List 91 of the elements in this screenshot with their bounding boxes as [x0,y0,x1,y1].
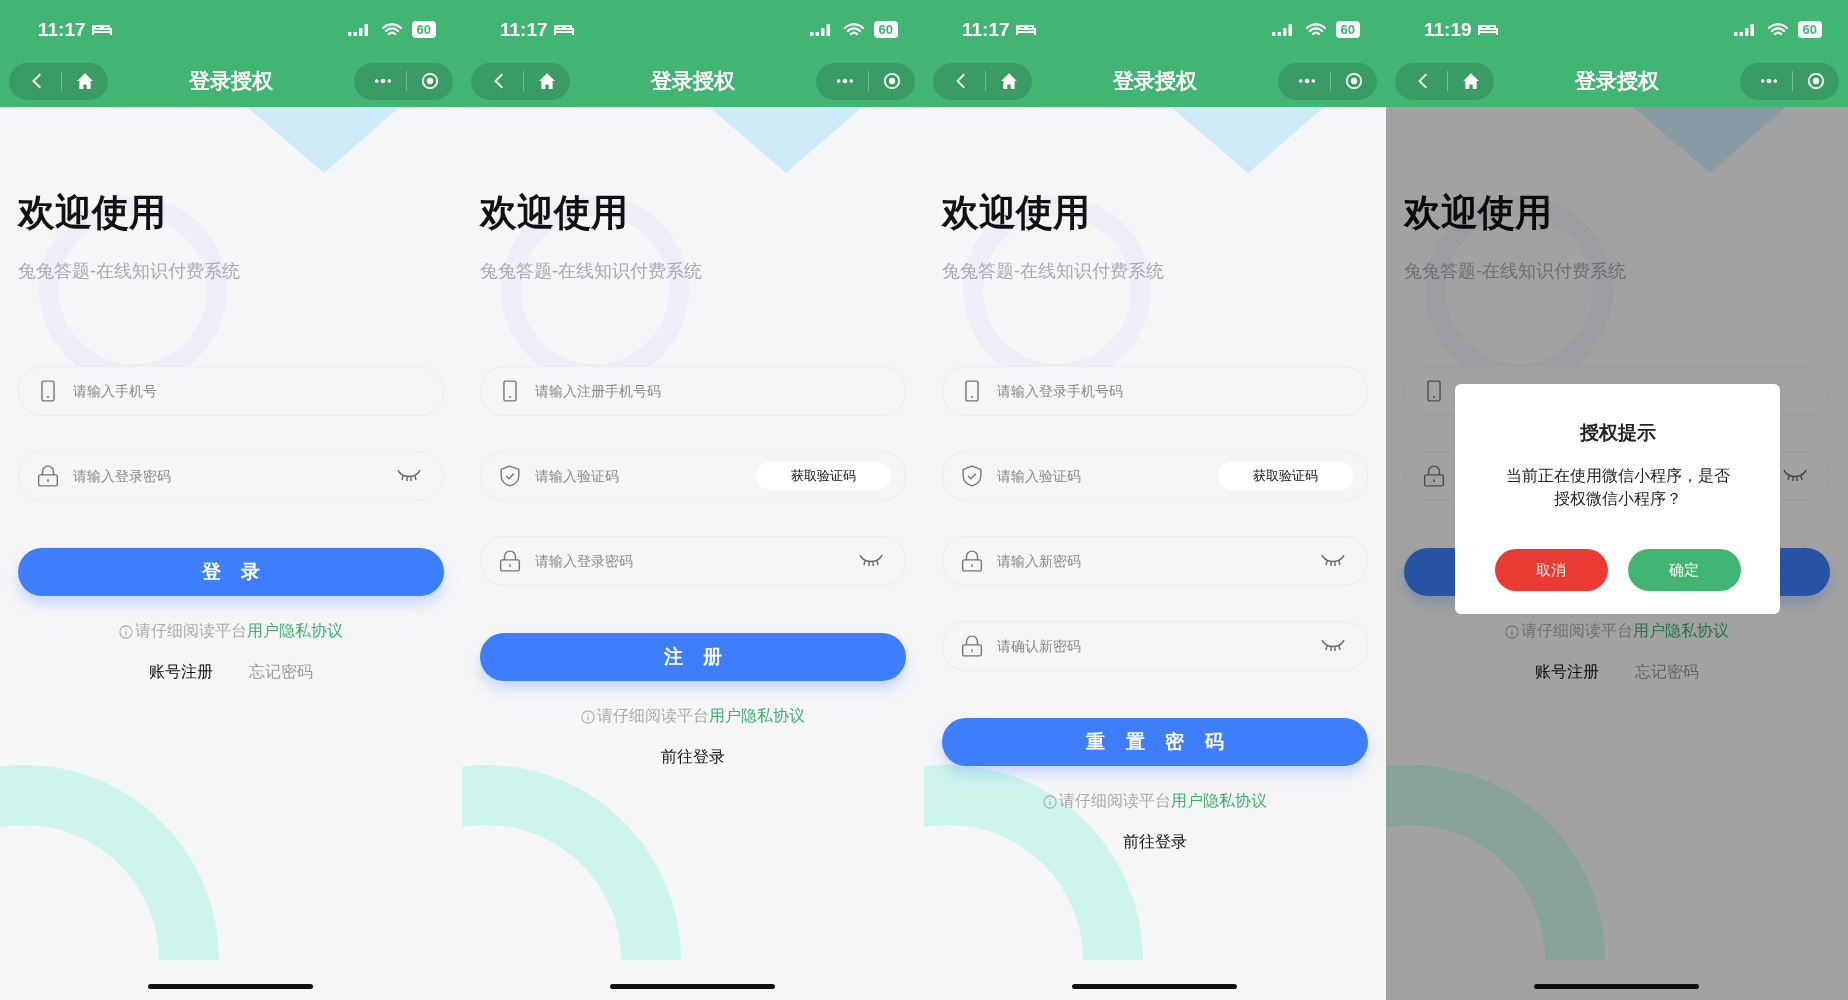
cancel-button[interactable]: 取消 [1494,549,1608,591]
shield-check-icon [499,465,521,487]
home-icon[interactable] [1462,72,1480,90]
password-input[interactable]: 请输入新密码 [995,552,1309,570]
battery-indicator: 60 [1797,21,1822,38]
password-input[interactable]: 请确认新密码 [995,637,1309,655]
code-field[interactable]: 请输入验证码 获取验证码 [942,451,1368,501]
text-link[interactable]: 忘记密码 [1635,662,1699,683]
closed-eye-icon[interactable] [1321,554,1345,568]
closed-eye-icon[interactable] [859,554,883,568]
app-subtitle: 兔兔答题-在线知识付费系统 [942,260,1165,283]
submit-button[interactable]: 重置密码 [942,718,1368,766]
text-link[interactable]: 账号注册 [1535,662,1599,683]
close-target-icon[interactable] [1345,72,1363,90]
privacy-policy-link[interactable]: 用户隐私协议 [1171,792,1267,809]
close-target-icon[interactable] [1807,72,1825,90]
app-subtitle: 兔兔答题-在线知识付费系统 [480,260,703,283]
password-field[interactable]: 请输入登录密码 [480,536,906,586]
bed-icon [91,23,112,36]
welcome-heading: 欢迎使用 [942,191,1091,235]
welcome-heading: 欢迎使用 [18,191,167,235]
home-icon[interactable] [1000,72,1018,90]
battery-indicator: 60 [411,21,436,38]
wifi-icon [843,22,864,37]
lock-icon [37,465,59,487]
app-subtitle: 兔兔答题-在线知识付费系统 [18,260,241,283]
battery-indicator: 60 [1335,21,1360,38]
text-link[interactable]: 账号注册 [149,662,213,683]
info-icon [119,624,133,639]
welcome-heading: 欢迎使用 [480,191,629,235]
bed-icon [553,23,574,36]
submit-button[interactable]: 注册 [480,633,906,681]
agreement-text: 请仔细阅读平台用户隐私协议 [135,621,343,641]
phone-field[interactable]: 请输入注册手机号码 [480,366,906,416]
text-link[interactable]: 前往登录 [1123,832,1187,853]
welcome-heading: 欢迎使用 [1404,191,1553,235]
battery-indicator: 60 [873,21,898,38]
status-time: 11:19 [1424,18,1472,41]
agreement-text: 请仔细阅读平台用户隐私协议 [597,706,805,726]
lock-icon [961,550,983,572]
phone-input[interactable]: 请输入登录手机号码 [995,382,1353,400]
wifi-icon [1767,22,1788,37]
password-input[interactable]: 请输入登录密码 [533,552,847,570]
dialog-message: 当前正在使用微信小程序，是否授权微信小程序？ [1504,466,1731,509]
status-time: 11:17 [38,18,86,41]
confirm-button[interactable]: 确定 [1627,549,1741,591]
page-title: 登录授权 [1113,68,1197,94]
lock-icon [1423,465,1445,487]
wifi-icon [381,22,402,37]
phone-input[interactable]: 请输入注册手机号码 [533,382,891,400]
submit-button[interactable]: 登录 [18,548,444,596]
bed-icon [1477,23,1498,36]
phone-field[interactable]: 请输入手机号 [18,366,444,416]
page-title: 登录授权 [651,68,735,94]
home-icon[interactable] [76,72,94,90]
closed-eye-icon[interactable] [397,469,421,483]
privacy-policy-link[interactable]: 用户隐私协议 [247,622,343,639]
password-field[interactable]: 请输入登录密码 [18,451,444,501]
info-icon [1043,794,1057,809]
close-target-icon[interactable] [421,72,439,90]
password-input[interactable]: 请输入登录密码 [71,467,385,485]
bed-icon [1015,23,1036,36]
info-icon [1505,624,1519,639]
status-time: 11:17 [500,18,548,41]
password-field[interactable]: 请输入新密码 [942,536,1368,586]
close-target-icon[interactable] [883,72,901,90]
info-icon [581,709,595,724]
privacy-policy-link[interactable]: 用户隐私协议 [1633,622,1729,639]
closed-eye-icon[interactable] [1783,469,1807,483]
lock-icon [961,635,983,657]
lock-icon [499,550,521,572]
dialog-title: 授权提示 [1579,421,1656,445]
page-title: 登录授权 [1575,68,1659,94]
text-link[interactable]: 忘记密码 [249,662,313,683]
page-title: 登录授权 [189,68,273,94]
closed-eye-icon[interactable] [1321,639,1345,653]
agreement-text: 请仔细阅读平台用户隐私协议 [1059,791,1267,811]
phone-input[interactable]: 请输入手机号 [71,382,429,400]
shield-check-icon [961,465,983,487]
code-input[interactable]: 请输入验证码 [995,467,1206,485]
privacy-policy-link[interactable]: 用户隐私协议 [709,707,805,724]
get-code-button[interactable]: 获取验证码 [1218,462,1353,490]
password-field[interactable]: 请确认新密码 [942,621,1368,671]
code-input[interactable]: 请输入验证码 [533,467,744,485]
get-code-button[interactable]: 获取验证码 [756,462,891,490]
wifi-icon [1305,22,1326,37]
home-icon[interactable] [538,72,556,90]
text-link[interactable]: 前往登录 [661,747,725,768]
phone-field[interactable]: 请输入登录手机号码 [942,366,1368,416]
status-time: 11:17 [962,18,1010,41]
code-field[interactable]: 请输入验证码 获取验证码 [480,451,906,501]
